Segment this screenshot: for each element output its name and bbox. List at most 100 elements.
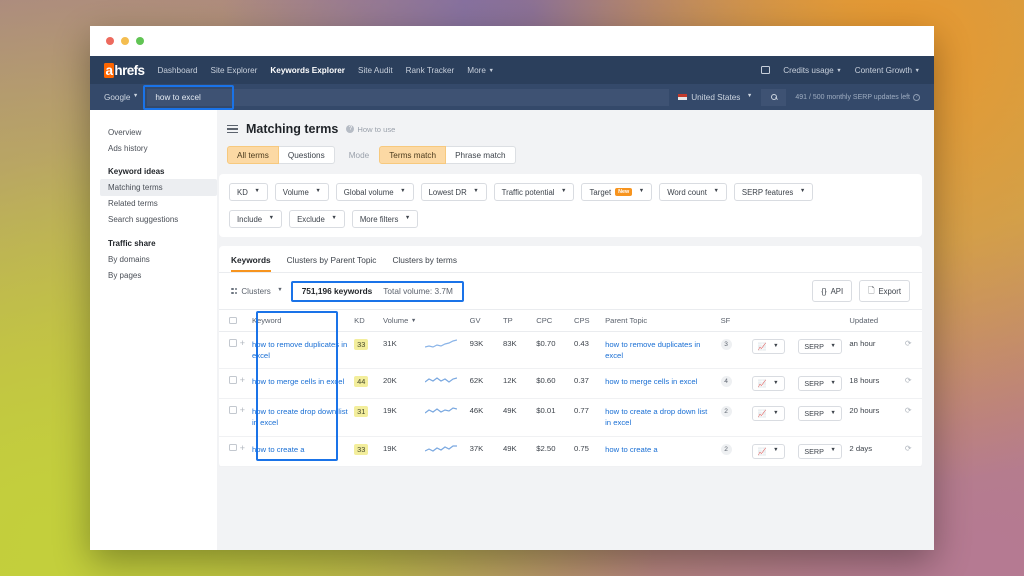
filter-word-count[interactable]: Word count ▼	[659, 183, 727, 201]
nav-item-more[interactable]: More ▼	[467, 66, 494, 75]
maximize-window-icon[interactable]	[136, 37, 144, 45]
sidebar-item-by-domains[interactable]: By domains	[100, 251, 217, 267]
serp-button[interactable]: SERP ▼	[798, 376, 842, 392]
keyword-link[interactable]: how to create a	[252, 444, 348, 455]
search-button[interactable]	[761, 88, 787, 106]
filter-global-volume[interactable]: Global volume ▼	[335, 183, 414, 201]
mode-phrase-match[interactable]: Phrase match	[446, 146, 516, 164]
nav-item-rank-tracker[interactable]: Rank Tracker	[406, 66, 455, 75]
search-engine-selector[interactable]: Google ▼	[104, 93, 138, 102]
table-row[interactable]: + how to create a 33 19K 37K 49K $2.50 0…	[219, 436, 922, 467]
nav-item-dashboard[interactable]: Dashboard	[157, 66, 197, 75]
clusters-dropdown[interactable]: Clusters ▼	[231, 287, 283, 296]
keyword-link[interactable]: how to remove duplicates in excel	[252, 339, 348, 361]
hamburger-icon[interactable]	[227, 124, 238, 134]
refresh-icon[interactable]: ⟳	[905, 444, 912, 453]
column-cpc[interactable]: CPC	[533, 309, 571, 332]
sidebar-item-ads-history[interactable]: Ads history	[100, 140, 217, 156]
keyword-link[interactable]: how to create drop down list in excel	[252, 406, 348, 428]
monitor-icon[interactable]	[761, 66, 771, 74]
column-volume[interactable]: Volume ▼	[380, 309, 423, 332]
how-to-use-link[interactable]: ? How to use	[346, 125, 395, 134]
parent-topic-link[interactable]: how to create a drop down list in excel	[605, 406, 715, 428]
parent-topic-link[interactable]: how to create a	[605, 444, 715, 455]
chevron-down-icon: ▼	[638, 188, 645, 194]
tab-keywords[interactable]: Keywords	[231, 255, 271, 272]
minimize-window-icon[interactable]	[121, 37, 129, 45]
plus-icon[interactable]: +	[240, 405, 245, 415]
column-sf[interactable]: SF	[717, 309, 749, 332]
filter-target[interactable]: Target New ▼	[581, 183, 653, 201]
filter-lowest-dr[interactable]: Lowest DR ▼	[420, 183, 487, 201]
refresh-icon[interactable]: ⟳	[905, 406, 912, 415]
search-bar: Google ▼ how to excel United States ▼ 491…	[90, 84, 934, 110]
api-button[interactable]: {} API	[812, 280, 853, 302]
nav-item-site-audit[interactable]: Site Audit	[358, 66, 393, 75]
column-parent-topic[interactable]: Parent Topic	[602, 309, 718, 332]
keyword-link[interactable]: how to merge cells in excel	[252, 376, 348, 387]
nav-item-credits-usage[interactable]: Credits usage ▼	[783, 66, 841, 75]
filter-volume[interactable]: Volume ▼	[274, 183, 329, 201]
plus-icon[interactable]: +	[240, 338, 245, 348]
plus-icon[interactable]: +	[240, 375, 245, 385]
filter-include[interactable]: Include ▼	[229, 210, 283, 228]
nav-item-keywords-explorer[interactable]: Keywords Explorer	[270, 66, 345, 75]
nav-item-content-growth[interactable]: Content Growth ▼	[855, 66, 920, 75]
chevron-down-icon: ▼	[400, 188, 406, 194]
parent-topic-link[interactable]: how to merge cells in excel	[605, 376, 715, 387]
sidebar-item-related-terms[interactable]: Related terms	[100, 196, 217, 212]
filter-kd[interactable]: KD ▼	[229, 183, 268, 201]
serp-button[interactable]: SERP ▼	[798, 443, 842, 459]
sidebar-item-search-suggestions[interactable]: Search suggestions	[100, 212, 217, 228]
nav-item-site-explorer[interactable]: Site Explorer	[211, 66, 258, 75]
column-cps[interactable]: CPS	[571, 309, 603, 332]
table-row[interactable]: + how to create drop down list in excel …	[219, 398, 922, 437]
export-button[interactable]: 🗋 Export	[859, 280, 910, 302]
tab-all-terms[interactable]: All terms	[227, 146, 279, 164]
serp-button[interactable]: SERP ▼	[798, 339, 842, 354]
trend-chart-button[interactable]: 📈 ▼	[751, 376, 785, 392]
export-label: Export	[878, 286, 901, 296]
filter-traffic-potential[interactable]: Traffic potential ▼	[493, 183, 575, 201]
column-tp[interactable]: TP	[499, 309, 534, 332]
trend-chart-button[interactable]: 📈 ▼	[751, 443, 785, 459]
column-updated[interactable]: Updated	[846, 309, 902, 332]
tab-clusters-by-parent-topic[interactable]: Clusters by Parent Topic	[287, 255, 377, 272]
mode-terms-match[interactable]: Terms match	[379, 146, 447, 164]
tab-clusters-by-terms[interactable]: Clusters by terms	[392, 255, 457, 272]
browser-titlebar	[90, 26, 934, 56]
column-keyword[interactable]: Keyword	[248, 309, 352, 332]
row-refresh-cell: ⟳	[901, 436, 922, 467]
filter-exclude[interactable]: Exclude ▼	[289, 210, 345, 228]
trend-chart-button[interactable]: 📈 ▼	[751, 339, 785, 354]
table-row[interactable]: + how to remove duplicates in excel 33 3…	[219, 331, 922, 370]
row-checkbox[interactable]	[229, 443, 237, 452]
serp-button[interactable]: SERP ▼	[798, 406, 842, 422]
row-checkbox[interactable]	[229, 406, 237, 414]
sidebar-item-matching-terms[interactable]: Matching terms	[100, 179, 217, 196]
sf-badge: 3	[720, 339, 732, 350]
filter-more-filters[interactable]: More filters ▼	[351, 210, 419, 228]
plus-icon[interactable]: +	[240, 443, 245, 453]
select-all-checkbox[interactable]	[229, 316, 237, 325]
ahrefs-logo[interactable]: a hrefs	[104, 62, 145, 78]
sidebar-item-overview[interactable]: Overview	[100, 124, 217, 140]
sidebar-item-by-pages[interactable]: By pages	[100, 267, 217, 283]
parent-topic-link[interactable]: how to remove duplicates in excel	[605, 339, 715, 361]
search-input[interactable]: how to excel	[147, 88, 670, 106]
refresh-icon[interactable]: ⟳	[905, 376, 912, 385]
tab-questions[interactable]: Questions	[278, 146, 335, 164]
row-checkbox[interactable]	[229, 339, 237, 347]
trend-chart-button[interactable]: 📈 ▼	[751, 406, 785, 422]
row-refresh-cell: ⟳	[901, 331, 922, 370]
refresh-icon[interactable]: ⟳	[905, 339, 912, 348]
column-kd[interactable]: KD	[351, 309, 381, 332]
row-checkbox[interactable]	[229, 376, 237, 384]
help-icon[interactable]: ?	[913, 93, 920, 101]
country-selector[interactable]: United States ▼	[678, 93, 752, 102]
table-row[interactable]: + how to merge cells in excel 44 20K 62K…	[219, 368, 922, 400]
close-window-icon[interactable]	[106, 37, 114, 45]
column-gv[interactable]: GV	[466, 309, 500, 332]
filter-serp-features[interactable]: SERP features ▼	[733, 183, 814, 201]
line-chart-icon: 📈	[757, 342, 767, 351]
